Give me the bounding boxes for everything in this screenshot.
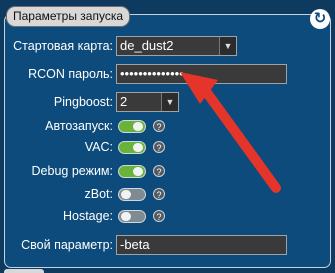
bottom-tab: [4, 269, 44, 273]
red-arrow-annotation: [180, 72, 281, 193]
